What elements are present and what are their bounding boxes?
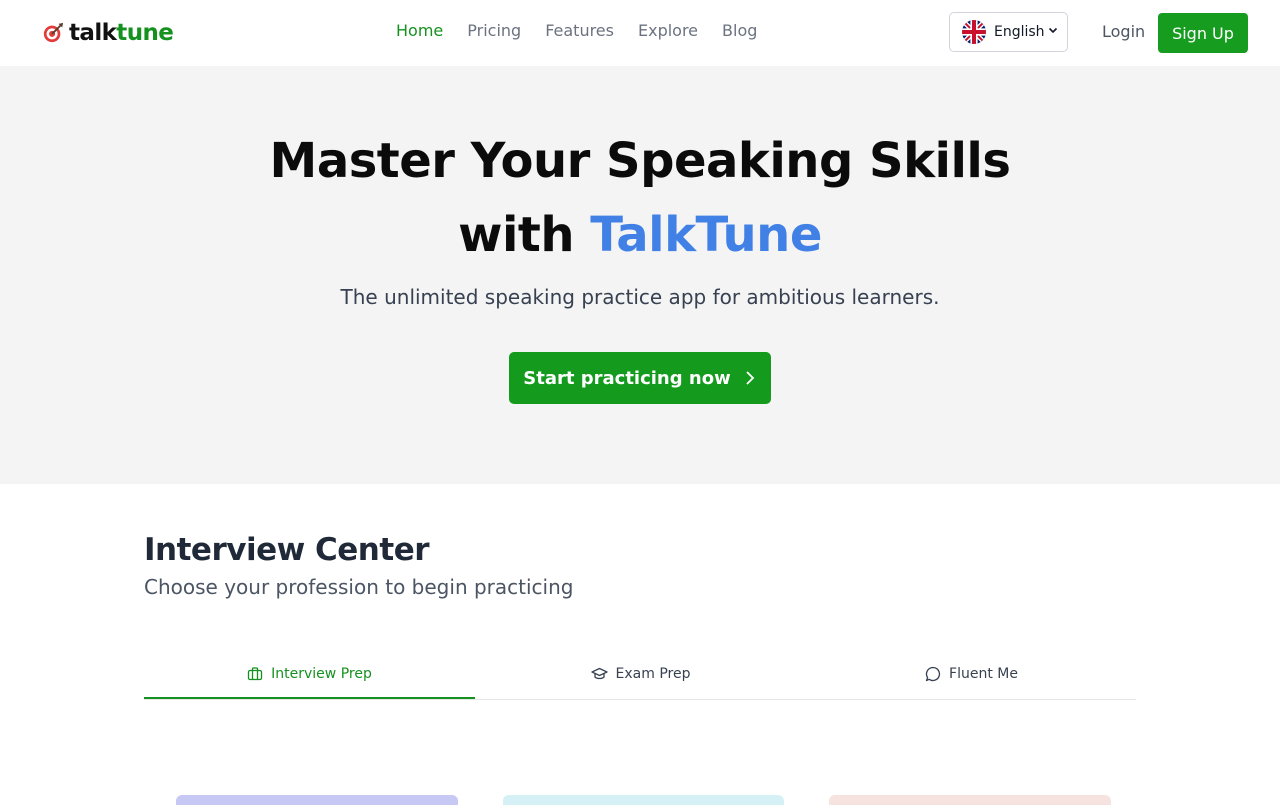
login-link[interactable]: Login	[1102, 22, 1145, 41]
profession-card[interactable]	[176, 795, 458, 805]
hero-brand-word: TalkTune	[590, 207, 822, 263]
nav-link-features[interactable]: Features	[545, 21, 614, 40]
navbar: talktune Home Pricing Features Explore B…	[0, 0, 1280, 66]
target-logo-icon	[43, 22, 64, 43]
nav-link-explore[interactable]: Explore	[638, 21, 698, 40]
signup-button[interactable]: Sign Up	[1158, 13, 1248, 53]
tab-label: Interview Prep	[271, 665, 372, 682]
chat-bubble-icon	[925, 666, 941, 682]
section-subtitle: Choose your profession to begin practici…	[144, 575, 574, 599]
language-label: English	[994, 24, 1045, 40]
hero-section: Master Your Speaking Skills with TalkTun…	[0, 66, 1280, 484]
cta-label: Start practicing now	[523, 367, 731, 389]
section-title: Interview Center	[144, 532, 430, 568]
language-select[interactable]: English	[949, 12, 1068, 52]
hero-subtitle: The unlimited speaking practice app for …	[340, 285, 940, 309]
chevron-down-icon	[1048, 27, 1057, 34]
nav-link-blog[interactable]: Blog	[722, 21, 757, 40]
hero-title: Master Your Speaking Skills with TalkTun…	[0, 124, 1280, 272]
tab-interview-prep[interactable]: Interview Prep	[144, 650, 475, 699]
nav-link-home[interactable]: Home	[396, 21, 443, 40]
nav-link-pricing[interactable]: Pricing	[467, 21, 521, 40]
logo[interactable]: talktune	[42, 18, 174, 48]
tab-exam-prep[interactable]: Exam Prep	[475, 650, 806, 698]
profession-card[interactable]	[503, 795, 784, 805]
logo-text: talktune	[69, 20, 174, 46]
graduation-cap-icon	[590, 667, 608, 680]
uk-flag-icon	[962, 20, 986, 44]
practice-tabs: Interview Prep Exam Prep Fluent Me	[144, 650, 1136, 700]
hero-title-line1: Master Your Speaking Skills	[269, 133, 1011, 189]
hero-title-line2: with TalkTune	[458, 207, 822, 263]
tab-fluent-me[interactable]: Fluent Me	[806, 650, 1137, 698]
start-practicing-button[interactable]: Start practicing now	[509, 352, 771, 404]
chevron-right-icon	[746, 371, 754, 385]
main-nav: Home Pricing Features Explore Blog	[384, 21, 769, 40]
profession-card[interactable]	[829, 795, 1111, 805]
tab-label: Exam Prep	[615, 666, 691, 682]
tab-label: Fluent Me	[949, 666, 1018, 682]
briefcase-icon	[247, 666, 263, 680]
